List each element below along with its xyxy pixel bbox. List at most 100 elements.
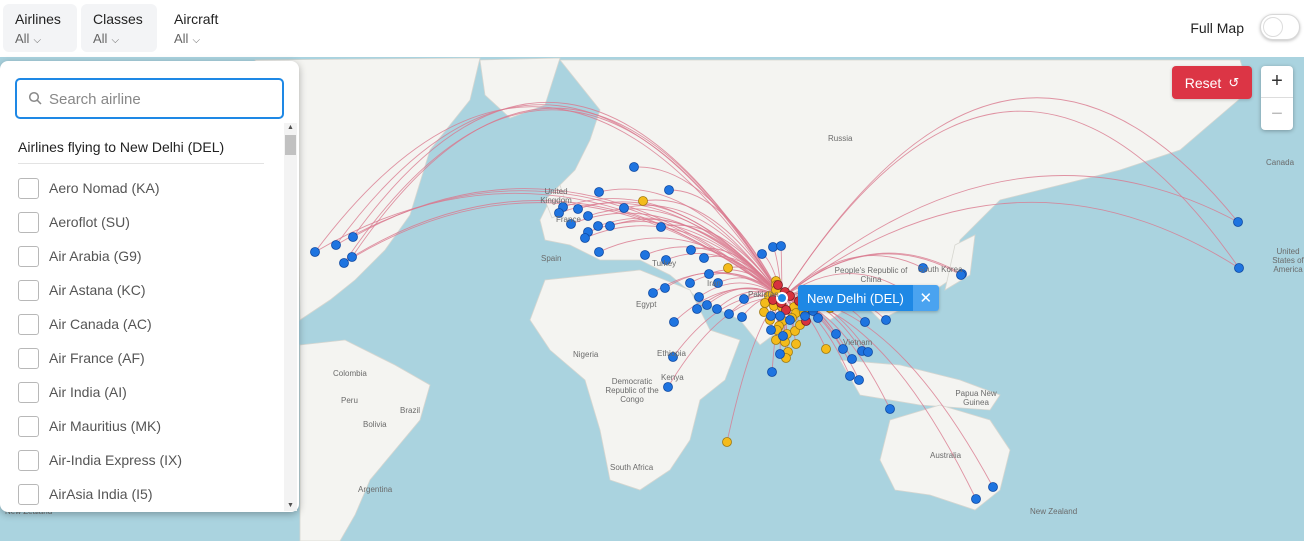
airport-marker[interactable] <box>629 162 639 172</box>
checkbox[interactable] <box>18 313 39 335</box>
airport-marker[interactable] <box>854 375 864 385</box>
airport-marker[interactable] <box>737 312 747 322</box>
airport-marker[interactable] <box>847 354 857 364</box>
airline-option[interactable]: Air Mauritius (MK) <box>18 415 161 437</box>
airport-marker[interactable] <box>766 311 776 321</box>
airport-marker[interactable] <box>712 304 722 314</box>
full-map-toggle[interactable] <box>1260 14 1300 40</box>
reset-button[interactable]: Reset ↺ <box>1172 66 1252 99</box>
airline-option[interactable]: AirAsia India (I5) <box>18 483 152 505</box>
map-label-south-africa: South Africa <box>610 463 654 472</box>
airport-marker[interactable] <box>638 196 648 206</box>
airport-marker[interactable] <box>699 253 709 263</box>
airport-marker[interactable] <box>1234 263 1244 273</box>
airport-marker[interactable] <box>821 344 831 354</box>
airport-marker[interactable] <box>863 347 873 357</box>
scroll-thumb[interactable] <box>285 135 296 155</box>
airport-marker[interactable] <box>656 222 666 232</box>
airport-marker[interactable] <box>778 331 788 341</box>
scroll-down-icon[interactable]: ▼ <box>284 501 297 511</box>
airport-marker[interactable] <box>685 278 695 288</box>
airport-marker[interactable] <box>768 242 778 252</box>
airline-option[interactable]: Air Arabia (G9) <box>18 245 142 267</box>
panel-scrollbar[interactable]: ▲ ▼ <box>284 123 297 511</box>
airport-marker[interactable] <box>619 203 629 213</box>
zoom-in-button[interactable]: + <box>1261 66 1293 98</box>
search-input[interactable] <box>49 88 274 110</box>
airline-option[interactable]: Air-India Express (IX) <box>18 449 182 471</box>
airport-marker[interactable] <box>785 315 795 325</box>
scroll-up-icon[interactable]: ▲ <box>284 123 297 133</box>
airport-marker[interactable] <box>669 317 679 327</box>
airport-marker[interactable] <box>860 317 870 327</box>
airport-marker[interactable] <box>648 288 658 298</box>
checkbox[interactable] <box>18 245 39 267</box>
filter-bar: Airlines All ⌵ Classes All ⌵ Aircraft All ⌵… <box>0 0 1304 57</box>
airport-marker[interactable] <box>704 269 714 279</box>
airport-marker[interactable] <box>722 437 732 447</box>
airport-marker[interactable] <box>663 382 673 392</box>
airport-marker[interactable] <box>776 241 786 251</box>
airline-option[interactable]: Air India (AI) <box>18 381 127 403</box>
airport-marker[interactable] <box>767 367 777 377</box>
airline-option[interactable]: Air Canada (AC) <box>18 313 152 335</box>
reset-icon: ↺ <box>1228 74 1240 90</box>
checkbox[interactable] <box>18 279 39 301</box>
airport-marker[interactable] <box>791 339 801 349</box>
zoom-out-button[interactable]: − <box>1261 98 1293 130</box>
filter-airlines[interactable]: Airlines All ⌵ <box>3 4 77 52</box>
airport-marker[interactable] <box>831 329 841 339</box>
airport-marker[interactable] <box>640 250 650 260</box>
airport-marker[interactable] <box>845 371 855 381</box>
airline-option[interactable]: Aero Nomad (KA) <box>18 177 159 199</box>
airport-marker[interactable] <box>331 240 341 250</box>
airport-marker[interactable] <box>813 313 823 323</box>
close-icon[interactable]: ✕ <box>912 285 939 311</box>
map-label-drc: Democratic Republic of the Congo <box>605 377 659 404</box>
airport-marker[interactable] <box>988 482 998 492</box>
airport-marker[interactable] <box>347 252 357 262</box>
airport-marker[interactable] <box>692 304 702 314</box>
airport-marker[interactable] <box>885 404 895 414</box>
airport-marker[interactable] <box>694 292 704 302</box>
airport-marker[interactable] <box>775 311 785 321</box>
checkbox[interactable] <box>18 211 39 233</box>
filter-classes[interactable]: Classes All ⌵ <box>81 4 157 52</box>
airport-marker[interactable] <box>686 245 696 255</box>
airport-marker[interactable] <box>605 221 615 231</box>
airport-marker[interactable] <box>757 249 767 259</box>
map-label-uk: United Kingdom <box>540 187 572 205</box>
airport-marker[interactable] <box>660 283 670 293</box>
checkbox[interactable] <box>18 415 39 437</box>
airport-marker[interactable] <box>594 187 604 197</box>
airport-marker[interactable] <box>593 221 603 231</box>
checkbox[interactable] <box>18 449 39 471</box>
checkbox[interactable] <box>18 483 39 505</box>
airport-marker[interactable] <box>348 232 358 242</box>
checkbox[interactable] <box>18 347 39 369</box>
airport-marker[interactable] <box>800 311 810 321</box>
airline-option[interactable]: Air France (AF) <box>18 347 145 369</box>
airport-marker[interactable] <box>724 309 734 319</box>
checkbox[interactable] <box>18 381 39 403</box>
airport-marker[interactable] <box>310 247 320 257</box>
airport-marker[interactable] <box>594 247 604 257</box>
airport-marker[interactable] <box>339 258 349 268</box>
checkbox[interactable] <box>18 177 39 199</box>
airport-marker[interactable] <box>702 300 712 310</box>
airport-marker[interactable] <box>573 204 583 214</box>
airport-marker[interactable] <box>723 263 733 273</box>
airport-marker[interactable] <box>580 233 590 243</box>
airport-marker[interactable] <box>881 315 891 325</box>
filter-aircraft[interactable]: Aircraft All ⌵ <box>162 4 242 52</box>
airport-marker[interactable] <box>766 325 776 335</box>
airport-marker[interactable] <box>971 494 981 504</box>
airport-marker[interactable] <box>775 349 785 359</box>
airport-marker[interactable] <box>773 280 783 290</box>
airport-marker[interactable] <box>1233 217 1243 227</box>
airport-marker[interactable] <box>664 185 674 195</box>
airline-option[interactable]: Aeroflot (SU) <box>18 211 130 233</box>
airport-marker[interactable] <box>583 211 593 221</box>
map-label-new-zealand: New Zealand <box>1030 507 1078 516</box>
airline-option[interactable]: Air Astana (KC) <box>18 279 145 301</box>
